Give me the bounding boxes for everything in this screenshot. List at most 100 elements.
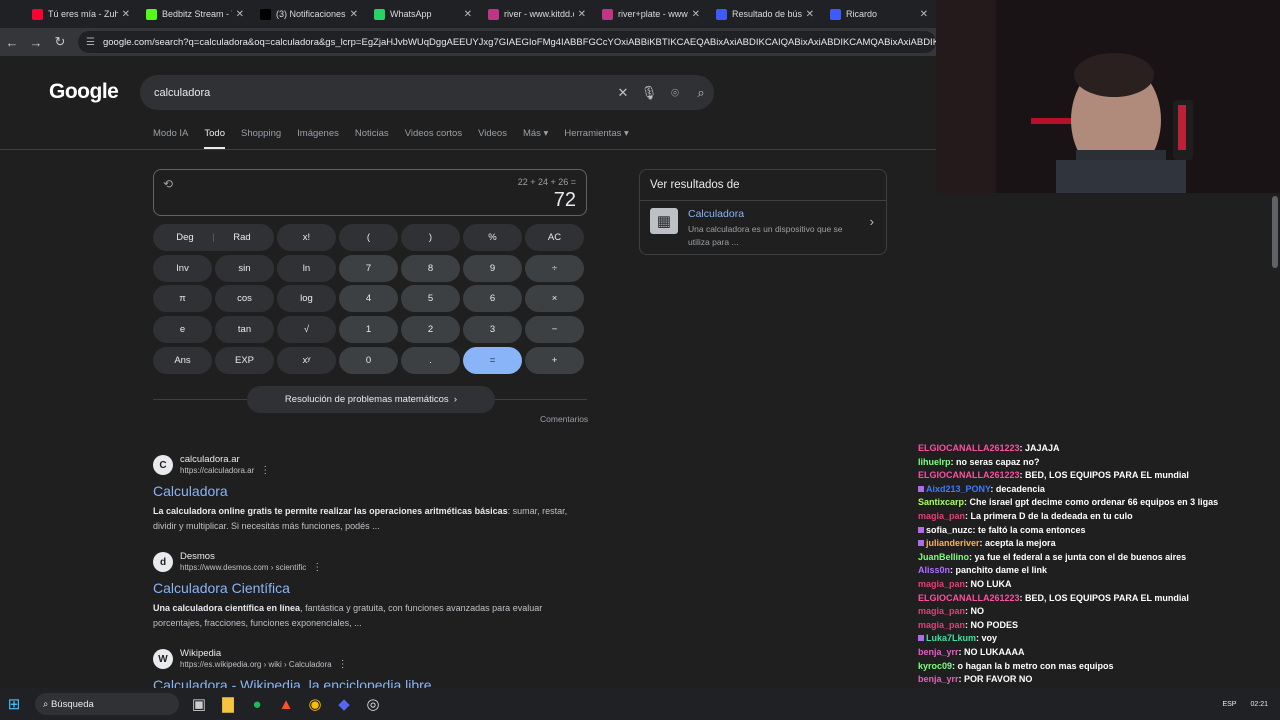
calc-key[interactable]: tan bbox=[215, 316, 274, 344]
discord-icon[interactable]: ◆ bbox=[330, 690, 358, 718]
close-icon[interactable]: ✕ bbox=[122, 9, 130, 20]
calc-key[interactable]: AC bbox=[525, 224, 584, 251]
tab-8[interactable]: Herramientas ▾ bbox=[564, 128, 628, 149]
chat-username[interactable]: ELGIOCANALLA261223 bbox=[918, 443, 1020, 453]
chat-username[interactable]: benja_yrr bbox=[918, 674, 959, 684]
brave-icon[interactable]: ▲ bbox=[272, 690, 300, 718]
chat-username[interactable]: ELGIOCANALLA261223 bbox=[918, 470, 1020, 480]
close-icon[interactable]: ✕ bbox=[464, 9, 472, 20]
calc-key[interactable]: Ans bbox=[153, 346, 212, 374]
more-options-icon[interactable]: ⋮ bbox=[312, 562, 322, 573]
result-title[interactable]: Calculadora - Wikipedia, la enciclopedia… bbox=[153, 677, 613, 688]
chat-username[interactable]: sofia_nuzc bbox=[926, 525, 973, 535]
spotify-icon[interactable]: ● bbox=[243, 690, 271, 718]
chat-username[interactable]: benja_yrr bbox=[918, 647, 959, 657]
calc-key[interactable]: ÷ bbox=[525, 254, 584, 282]
chat-username[interactable]: Aliss0n bbox=[918, 565, 950, 575]
chat-username[interactable]: kyroc09 bbox=[918, 661, 952, 671]
close-icon[interactable]: ✕ bbox=[350, 9, 358, 20]
rad-button[interactable]: Rad bbox=[233, 232, 250, 243]
search-icon[interactable]: ⌕ bbox=[688, 85, 714, 101]
chat-username[interactable]: magia_pan bbox=[918, 620, 965, 630]
tab-0[interactable]: Modo IA bbox=[153, 128, 188, 149]
chrome-icon[interactable]: ◉ bbox=[301, 690, 329, 718]
google-logo[interactable]: Google bbox=[49, 80, 119, 104]
calc-key[interactable]: 3 bbox=[463, 316, 522, 344]
history-icon[interactable]: ⟲ bbox=[163, 177, 173, 191]
calc-key[interactable]: ( bbox=[339, 224, 398, 251]
browser-tab[interactable]: river+plate - www.kit ✕ bbox=[594, 0, 708, 28]
calc-key[interactable]: xʸ bbox=[277, 346, 336, 374]
file-explorer-icon[interactable]: ▇ bbox=[214, 690, 242, 718]
chat-username[interactable]: lihuelrp bbox=[918, 457, 951, 467]
clock[interactable]: 02:21 bbox=[1250, 701, 1268, 708]
browser-tab[interactable]: Resultado de búsque ✕ bbox=[708, 0, 822, 28]
chat-username[interactable]: ELGIOCANALLA261223 bbox=[918, 593, 1020, 603]
browser-tab[interactable]: WhatsApp ✕ bbox=[366, 0, 480, 28]
calc-key[interactable]: 0 bbox=[339, 346, 398, 374]
calc-key[interactable]: √ bbox=[277, 316, 336, 344]
reload-icon[interactable]: ↻ bbox=[48, 34, 72, 50]
calc-key[interactable]: ) bbox=[401, 224, 460, 251]
calc-key[interactable]: % bbox=[463, 224, 522, 251]
result-title[interactable]: Calculadora bbox=[153, 483, 613, 499]
result-title[interactable]: Calculadora Científica bbox=[153, 580, 613, 596]
deg-button[interactable]: Deg bbox=[176, 232, 193, 243]
tab-2[interactable]: Shopping bbox=[241, 128, 281, 149]
calc-key[interactable]: cos bbox=[215, 285, 274, 313]
back-icon[interactable]: ← bbox=[0, 35, 24, 50]
result-header[interactable]: d Desmos https://www.desmos.com › scientif… bbox=[153, 551, 613, 573]
chevron-right-icon[interactable]: › bbox=[870, 214, 874, 229]
side-card[interactable]: Ver resultados de ▦ Calculadora Una calc… bbox=[639, 169, 887, 255]
forward-icon[interactable]: → bbox=[24, 35, 48, 50]
tab-3[interactable]: Imágenes bbox=[297, 128, 339, 149]
more-options-icon[interactable]: ⋮ bbox=[338, 659, 348, 670]
site-info-icon[interactable]: ☰ bbox=[86, 37, 95, 48]
microphone-icon[interactable]: 🎙 bbox=[636, 85, 662, 101]
calc-key[interactable]: 8 bbox=[401, 254, 460, 282]
close-icon[interactable]: ✕ bbox=[806, 9, 814, 20]
calc-key[interactable]: + bbox=[525, 346, 584, 374]
browser-tab[interactable]: (3) Notificaciones / X ✕ bbox=[252, 0, 366, 28]
chat-username[interactable]: Santixcarp bbox=[918, 497, 964, 507]
chat-username[interactable]: magia_pan bbox=[918, 579, 965, 589]
calc-key[interactable]: 6 bbox=[463, 285, 522, 313]
deg-rad-toggle[interactable]: Deg | Rad bbox=[153, 224, 274, 251]
more-options-icon[interactable]: ⋮ bbox=[260, 465, 270, 476]
chat-username[interactable]: Aixd213_PONY bbox=[926, 484, 990, 494]
search-input[interactable]: calculadora bbox=[154, 87, 610, 99]
result-header[interactable]: W Wikipedia https://es.wikipedia.org › wik… bbox=[153, 648, 613, 670]
calc-key[interactable]: − bbox=[525, 316, 584, 344]
start-icon[interactable]: ⊞ bbox=[0, 690, 28, 718]
calc-key[interactable]: Inv bbox=[153, 254, 212, 282]
close-icon[interactable]: ✕ bbox=[692, 9, 700, 20]
calc-key[interactable]: e bbox=[153, 316, 212, 344]
side-card-title[interactable]: Calculadora bbox=[688, 208, 858, 220]
calc-key[interactable]: = bbox=[463, 346, 522, 374]
side-card-body[interactable]: ▦ Calculadora Una calculadora es un disp… bbox=[640, 201, 886, 256]
tab-6[interactable]: Videos bbox=[478, 128, 507, 149]
obs-icon[interactable]: ◎ bbox=[359, 690, 387, 718]
calc-key[interactable]: x! bbox=[277, 224, 336, 251]
chat-username[interactable]: magia_pan bbox=[918, 511, 965, 521]
calc-key[interactable]: ln bbox=[277, 254, 336, 282]
calc-key[interactable]: 2 bbox=[401, 316, 460, 344]
language-indicator[interactable]: ESP bbox=[1222, 701, 1236, 708]
chat-username[interactable]: Luka7Lkum bbox=[926, 633, 976, 643]
feedback-link[interactable]: Comentarios bbox=[540, 414, 588, 424]
result-header[interactable]: Ccalculadora.ar https://calculadora.ar ⋮ bbox=[153, 454, 613, 476]
tab-7[interactable]: Más ▾ bbox=[523, 128, 548, 149]
browser-tab[interactable]: Ricardo ✕ bbox=[822, 0, 936, 28]
calc-key[interactable]: log bbox=[277, 285, 336, 313]
close-icon[interactable]: ✕ bbox=[578, 9, 586, 20]
calc-key[interactable]: 1 bbox=[339, 316, 398, 344]
lens-icon[interactable]: ⌾ bbox=[662, 85, 688, 101]
browser-tab[interactable]: river - www.kitdd.com ✕ bbox=[480, 0, 594, 28]
tab-5[interactable]: Videos cortos bbox=[405, 128, 462, 149]
calc-key[interactable]: 7 bbox=[339, 254, 398, 282]
calc-key[interactable]: 5 bbox=[401, 285, 460, 313]
calc-key[interactable]: . bbox=[401, 346, 460, 374]
calc-key[interactable]: × bbox=[525, 285, 584, 313]
close-icon[interactable]: ✕ bbox=[920, 9, 928, 20]
calc-key[interactable]: EXP bbox=[215, 346, 274, 374]
